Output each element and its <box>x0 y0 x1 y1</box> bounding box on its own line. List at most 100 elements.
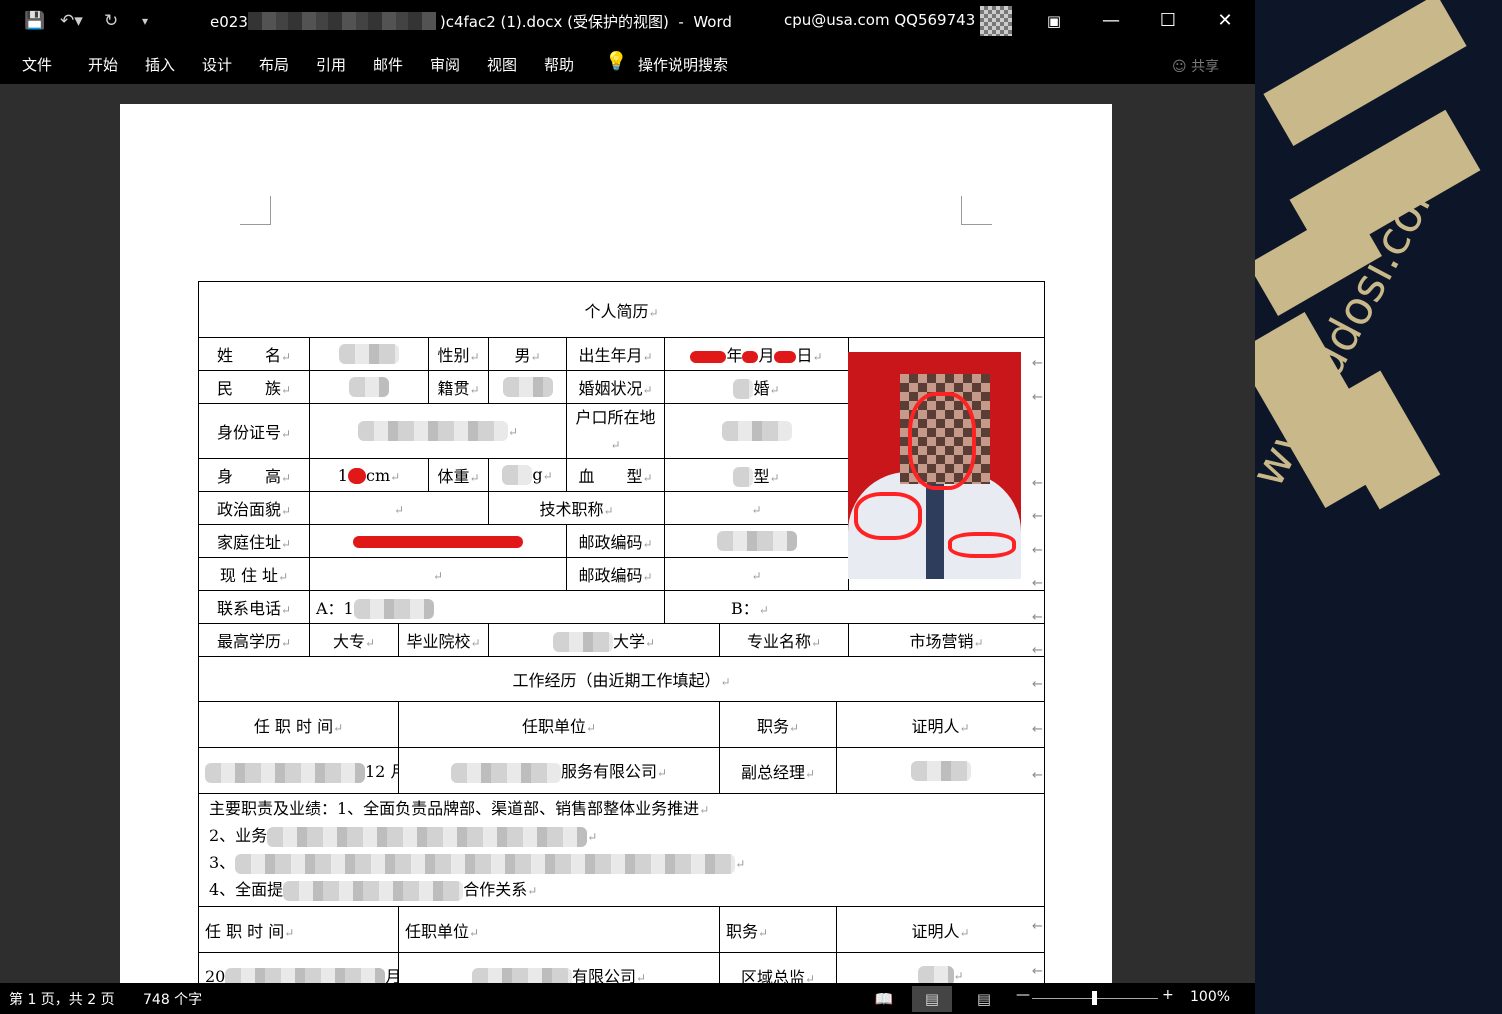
tech-title-value: ↵ <box>664 491 849 525</box>
tab-review[interactable]: 审阅 <box>430 54 460 75</box>
duty-line-1: 主要职责及业绩：1、全面负责品牌部、渠道部、销售部整体业务推进↵ <box>209 799 710 818</box>
row-end-mark: ← <box>1032 677 1043 692</box>
name-value <box>309 337 429 371</box>
minimize-button[interactable]: — <box>1083 0 1139 42</box>
resume-title: 个人简历↵ <box>197 281 1046 338</box>
job2-position: 区域总监↵ <box>719 952 837 983</box>
tab-home[interactable]: 开始 <box>88 54 118 75</box>
hukou-value <box>664 403 849 459</box>
tab-insert[interactable]: 插入 <box>145 54 175 75</box>
row-end-mark: ← <box>1032 576 1043 591</box>
tab-layout[interactable]: 布局 <box>259 54 289 75</box>
red-scribble <box>908 392 976 490</box>
duty-line-4: 4、全面提 合作关系↵ <box>209 880 538 901</box>
job2-col-position: 职务↵ <box>719 906 837 953</box>
zip-value <box>664 524 849 558</box>
person-icon: ☺ <box>1172 59 1187 75</box>
close-button[interactable]: ✕ <box>1197 0 1253 42</box>
crop-mark-right <box>961 196 992 225</box>
weight-value: g↵ <box>488 458 567 492</box>
ribbon-tabs: 文件 开始 插入 设计 布局 引用 邮件 审阅 视图 帮助 💡 操作说明搜索 ☺… <box>0 42 1255 84</box>
blood-label: 血 型↵ <box>566 458 665 492</box>
row-end-mark: ← <box>1032 643 1043 658</box>
marital-label: 婚姻状况↵ <box>566 370 665 404</box>
zoom-in-icon[interactable]: + <box>1162 987 1174 1003</box>
hukou-label: 户口所在地↵ <box>566 403 665 459</box>
job1-time: 12 月↵ <box>198 747 399 794</box>
ribbon-display-options-icon[interactable]: ▣ <box>1026 0 1082 42</box>
zoom-slider-thumb[interactable] <box>1092 991 1097 1005</box>
row-end-mark: ← <box>1032 964 1043 979</box>
job2-col-time: 任 职 时 间↵ <box>198 906 399 953</box>
save-icon[interactable]: 💾 <box>24 10 45 32</box>
page-count[interactable]: 第 1 页，共 2 页 <box>9 989 115 1009</box>
undo-icon[interactable]: ↶▾ <box>60 10 83 32</box>
native-value <box>488 370 567 404</box>
marital-value: 婚↵ <box>664 370 849 404</box>
ethnic-value <box>309 370 429 404</box>
crop-mark-left <box>240 196 271 225</box>
job1-company: 服务有限公司↵ <box>398 747 720 794</box>
lightbulb-icon: 💡 <box>605 51 628 72</box>
job2-reference: ↵ <box>835 952 1046 983</box>
school-label: 毕业院校↵ <box>398 623 489 657</box>
zip-label: 邮政编码↵ <box>566 524 665 558</box>
tab-design[interactable]: 设计 <box>202 54 232 75</box>
work-history-header: 工作经历（由近期工作填起）↵ <box>197 656 1046 702</box>
ethnic-label: 民 族↵ <box>198 370 310 404</box>
zoom-out-icon[interactable]: — <box>1016 987 1030 1003</box>
read-mode-icon[interactable]: 📖 <box>864 986 904 1012</box>
profile-photo <box>848 352 1021 579</box>
job2-time: 20月↵ <box>198 952 399 983</box>
major-label: 专业名称↵ <box>719 623 849 657</box>
customize-quick-access-icon[interactable]: ▾ <box>142 10 148 32</box>
tab-help[interactable]: 帮助 <box>544 54 574 75</box>
home-address-value <box>309 524 567 558</box>
row-end-mark: ← <box>1032 356 1043 371</box>
account-name[interactable]: cpu@usa.com QQ569743 <box>784 11 975 29</box>
major-value: 市场营销↵ <box>847 623 1046 657</box>
row-end-mark: ← <box>1032 722 1043 737</box>
tell-me-search[interactable]: 操作说明搜索 <box>638 54 728 75</box>
duty-line-2: 2、业务 ↵ <box>209 826 598 847</box>
row-end-mark: ← <box>1032 390 1043 405</box>
row-end-mark: ← <box>1032 610 1043 625</box>
document-area: 个人简历↵ 姓 名↵ 性别↵ 男↵ 出生年月↵ 年月日↵ 民 族↵ 籍贯↵ 婚姻… <box>0 84 1255 983</box>
web-layout-icon[interactable]: ▤ <box>964 986 1004 1012</box>
blurred-title-segment <box>248 12 436 30</box>
word-count[interactable]: 748 个字 <box>143 989 202 1009</box>
birth-label: 出生年月↵ <box>566 337 665 371</box>
redo-icon[interactable]: ↻ <box>104 10 118 32</box>
document-page[interactable]: 个人简历↵ 姓 名↵ 性别↵ 男↵ 出生年月↵ 年月日↵ 民 族↵ 籍贯↵ 婚姻… <box>120 104 1112 983</box>
job2-company: 有限公司↵ <box>398 952 720 983</box>
tab-view[interactable]: 视图 <box>487 54 517 75</box>
tab-references[interactable]: 引用 <box>316 54 346 75</box>
row-end-mark: ← <box>1032 509 1043 524</box>
height-label: 身 高↵ <box>198 458 310 492</box>
name-label: 姓 名↵ <box>198 337 310 371</box>
gender-label: 性别↵ <box>428 337 489 371</box>
education-label: 最高学历↵ <box>198 623 310 657</box>
tech-title-label: 技术职称↵ <box>488 491 665 525</box>
tab-file[interactable]: 文件 <box>22 54 52 75</box>
education-value: 大专↵ <box>309 623 399 657</box>
work-col-position: 职务↵ <box>719 701 837 748</box>
zip-value-2: ↵ <box>664 557 849 591</box>
job1-duties: 主要职责及业绩：1、全面负责品牌部、渠道部、销售部整体业务推进↵ 2、业务 ↵ 3… <box>197 793 1046 907</box>
work-col-reference: 证明人↵ <box>835 701 1046 748</box>
current-address-label: 现 住 址↵ <box>198 557 310 591</box>
share-button[interactable]: ☺ 共享 <box>1172 56 1219 76</box>
id-label: 身份证号↵ <box>198 403 310 459</box>
print-layout-icon[interactable]: ▤ <box>912 986 952 1012</box>
account-avatar[interactable] <box>980 6 1012 36</box>
photo-tie <box>926 482 944 579</box>
share-label: 共享 <box>1191 59 1220 75</box>
desktop-background <box>1255 0 1502 1014</box>
zoom-level[interactable]: 100% <box>1190 989 1230 1005</box>
red-scribble-2 <box>854 492 922 540</box>
maximize-button[interactable]: ☐ <box>1140 0 1196 42</box>
work-col-company: 任职单位↵ <box>398 701 720 748</box>
home-address-label: 家庭住址↵ <box>198 524 310 558</box>
tab-mailings[interactable]: 邮件 <box>373 54 403 75</box>
job1-reference <box>835 747 1046 794</box>
